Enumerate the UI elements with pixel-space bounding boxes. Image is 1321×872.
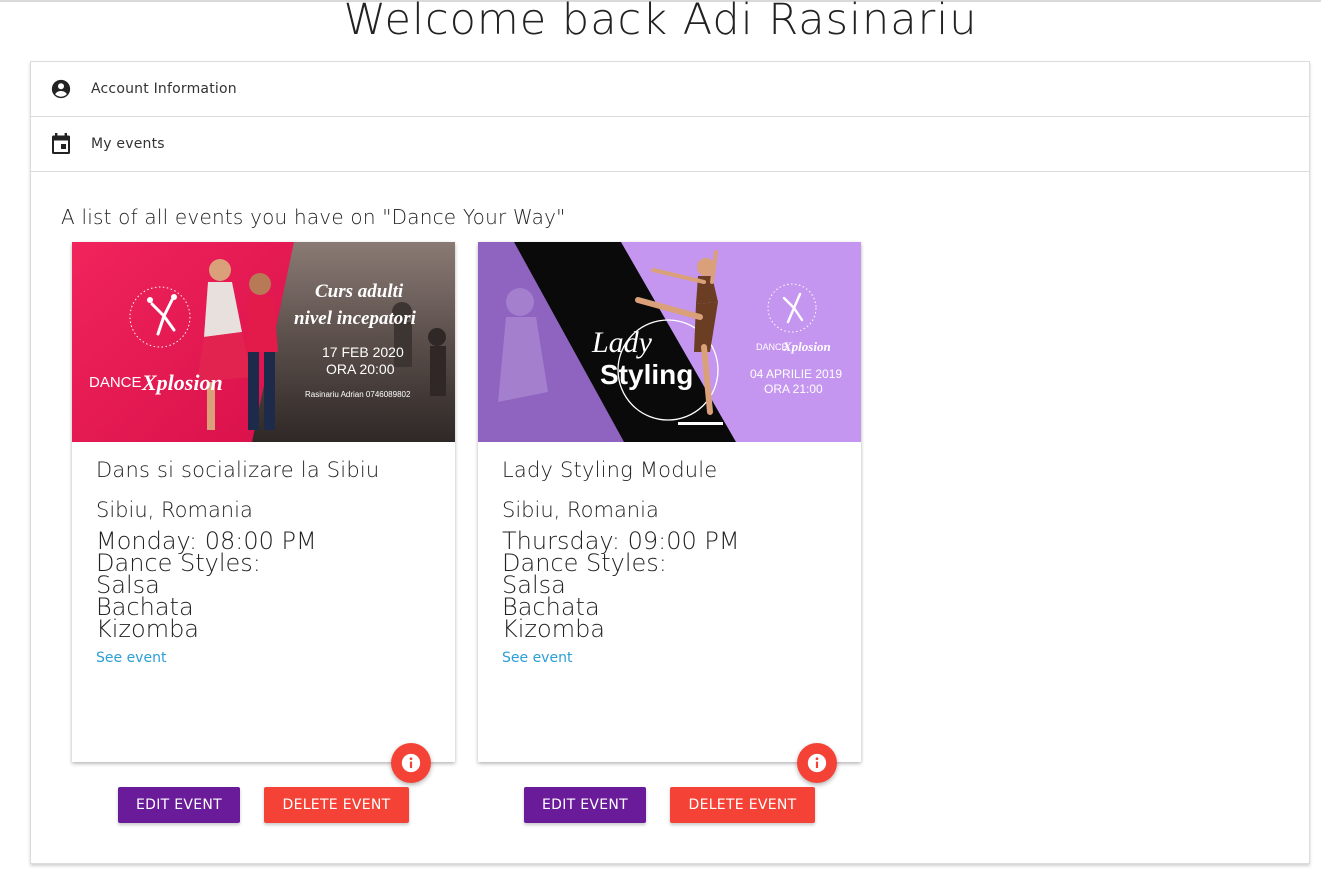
poster-headline-1: Lady [591,326,653,359]
event-card: DANCE Xplosion Curs adulti nivel incepat… [72,242,455,762]
edit-event-button[interactable]: EDIT EVENT [118,787,240,823]
event-card-content: Lady Styling Module Sibiu, Romania Thurs… [502,456,842,666]
event-location: Sibiu, Romania [502,498,659,522]
edit-event-button[interactable]: EDIT EVENT [524,787,646,823]
my-events-header[interactable]: My events [31,117,1309,172]
account-information-label: Account Information [91,81,237,97]
poster-brand-b: Xplosion [782,339,831,354]
delete-event-button[interactable]: DELETE EVENT [264,787,409,823]
poster-brand-a: DANCE [89,374,142,391]
poster-time: ORA 21:00 [764,382,823,396]
event-info-button[interactable] [391,743,431,783]
poster-headline-2: Styling [600,359,693,390]
info-icon [401,753,421,773]
my-events-label: My events [91,136,165,152]
poster-brand-b: Xplosion [141,370,223,395]
see-event-link[interactable]: See event [96,650,166,666]
event-location: Sibiu, Romania [96,498,253,522]
account-information-header[interactable]: Account Information [31,62,1309,117]
events-list-heading: A list of all events you have on "Dance … [61,205,566,229]
delete-event-button[interactable]: DELETE EVENT [670,787,815,823]
event-poster-image: Lady Styling DANCE Xplosion 04 APRILIE 2… [478,242,861,442]
poster-date: 17 FEB 2020 [322,344,404,360]
account-circle-icon [50,78,72,100]
event-title: Dans si socializare la Sibiu [96,458,380,482]
poster-time: ORA 20:00 [326,361,395,377]
poster-date: 04 APRILIE 2019 [750,367,842,381]
poster-headline-1: Curs adulti [315,281,404,302]
event-title: Lady Styling Module [502,458,718,482]
info-icon [807,753,827,773]
dance-style-item: Kizomba [502,615,606,643]
dance-style-item: Kizomba [96,615,200,643]
page-title: Welcome back Adi Rasinariu [343,0,978,45]
event-info-button[interactable] [797,743,837,783]
event-card-content: Dans si socializare la Sibiu Sibiu, Roma… [96,456,436,666]
see-event-link[interactable]: See event [502,650,572,666]
poster-headline-2: nivel incepatori [294,308,417,329]
poster-contact: Rasinariu Adrian 0746089802 [305,390,411,399]
event-poster-image: DANCE Xplosion Curs adulti nivel incepat… [72,242,455,442]
event-card: Lady Styling DANCE Xplosion 04 APRILIE 2… [478,242,861,762]
profile-panel: Account Information My events A list of … [30,61,1310,864]
calendar-event-icon [50,133,72,155]
